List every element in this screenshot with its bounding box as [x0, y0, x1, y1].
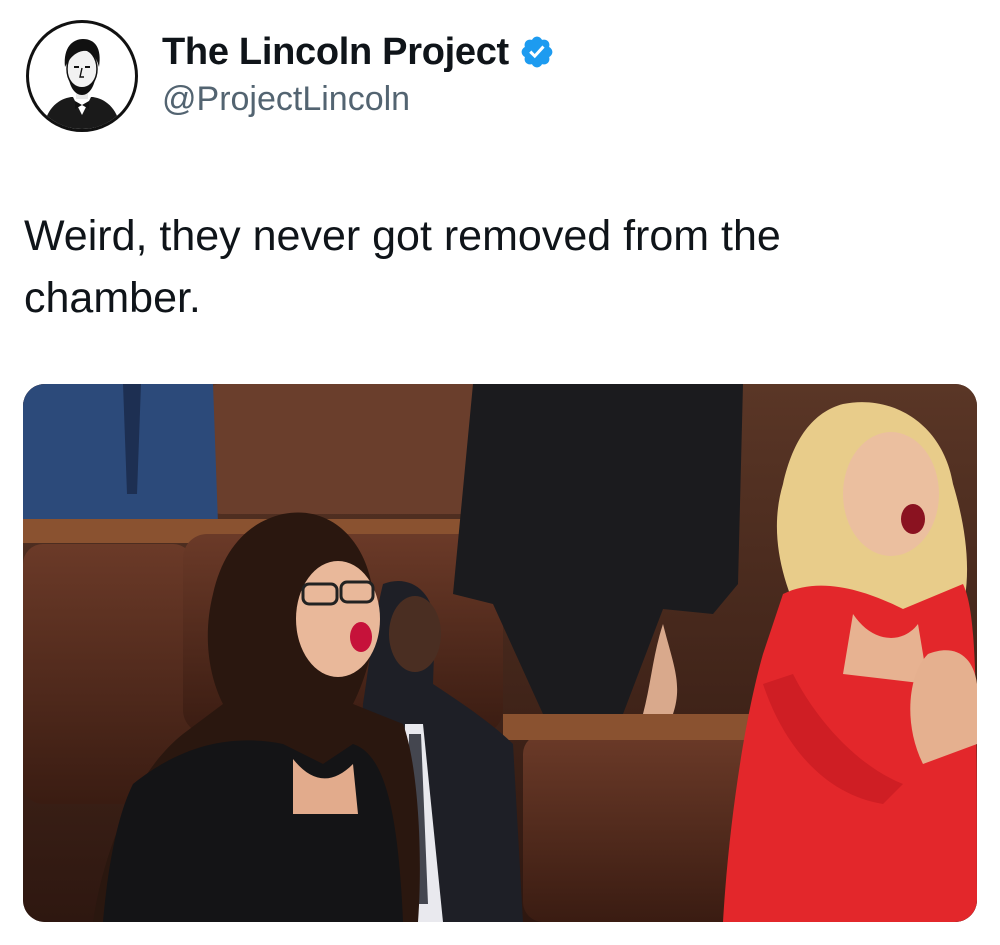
author-name-row: The Lincoln Project [162, 28, 555, 76]
abraham-lincoln-portrait-icon [43, 39, 121, 129]
author-display-name[interactable]: The Lincoln Project [162, 31, 509, 74]
photo-image [23, 384, 977, 922]
tweet-photo[interactable] [23, 384, 977, 922]
profile-avatar[interactable] [26, 20, 138, 132]
author-handle[interactable]: @ProjectLincoln [162, 80, 410, 119]
tweet-card[interactable]: The Lincoln Project @ProjectLincoln Weir… [0, 0, 1000, 945]
verified-badge-icon [521, 36, 553, 68]
tweet-text: Weird, they never got removed from the c… [24, 212, 781, 322]
